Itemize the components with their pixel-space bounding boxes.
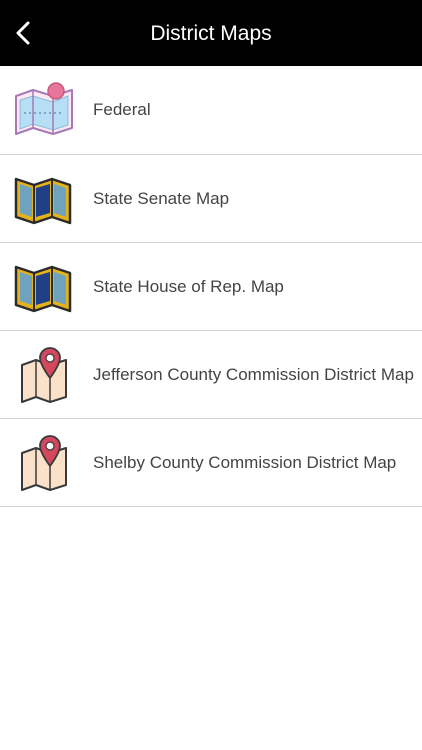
folded-map-icon <box>14 177 72 225</box>
map-pin-icon <box>21 435 67 491</box>
top-bar: District Maps <box>0 0 422 66</box>
list-item-state-house[interactable]: State House of Rep. Map <box>0 243 422 331</box>
map-pin-icon <box>21 347 67 403</box>
district-map-list: Federal State Senate Map State House of … <box>0 66 422 507</box>
list-item-federal[interactable]: Federal <box>0 66 422 155</box>
list-item-jefferson-county[interactable]: Jefferson County Commission District Map <box>0 331 422 419</box>
list-item-label: Jefferson County Commission District Map <box>93 364 414 384</box>
page-title: District Maps <box>150 22 272 45</box>
federal-map-icon <box>15 82 73 135</box>
list-item-state-senate[interactable]: State Senate Map <box>0 155 422 243</box>
folded-map-icon <box>14 265 72 313</box>
chevron-left-icon <box>16 21 30 45</box>
list-item-label: Federal <box>93 100 151 119</box>
list-item-shelby-county[interactable]: Shelby County Commission District Map <box>0 419 422 507</box>
list-item-label: State House of Rep. Map <box>93 276 284 296</box>
back-button[interactable] <box>6 15 40 51</box>
list-item-label: Shelby County Commission District Map <box>93 452 397 472</box>
district-maps-screen: District Maps Federal State Senate Map S… <box>0 0 422 750</box>
list-item-label: State Senate Map <box>93 188 230 208</box>
